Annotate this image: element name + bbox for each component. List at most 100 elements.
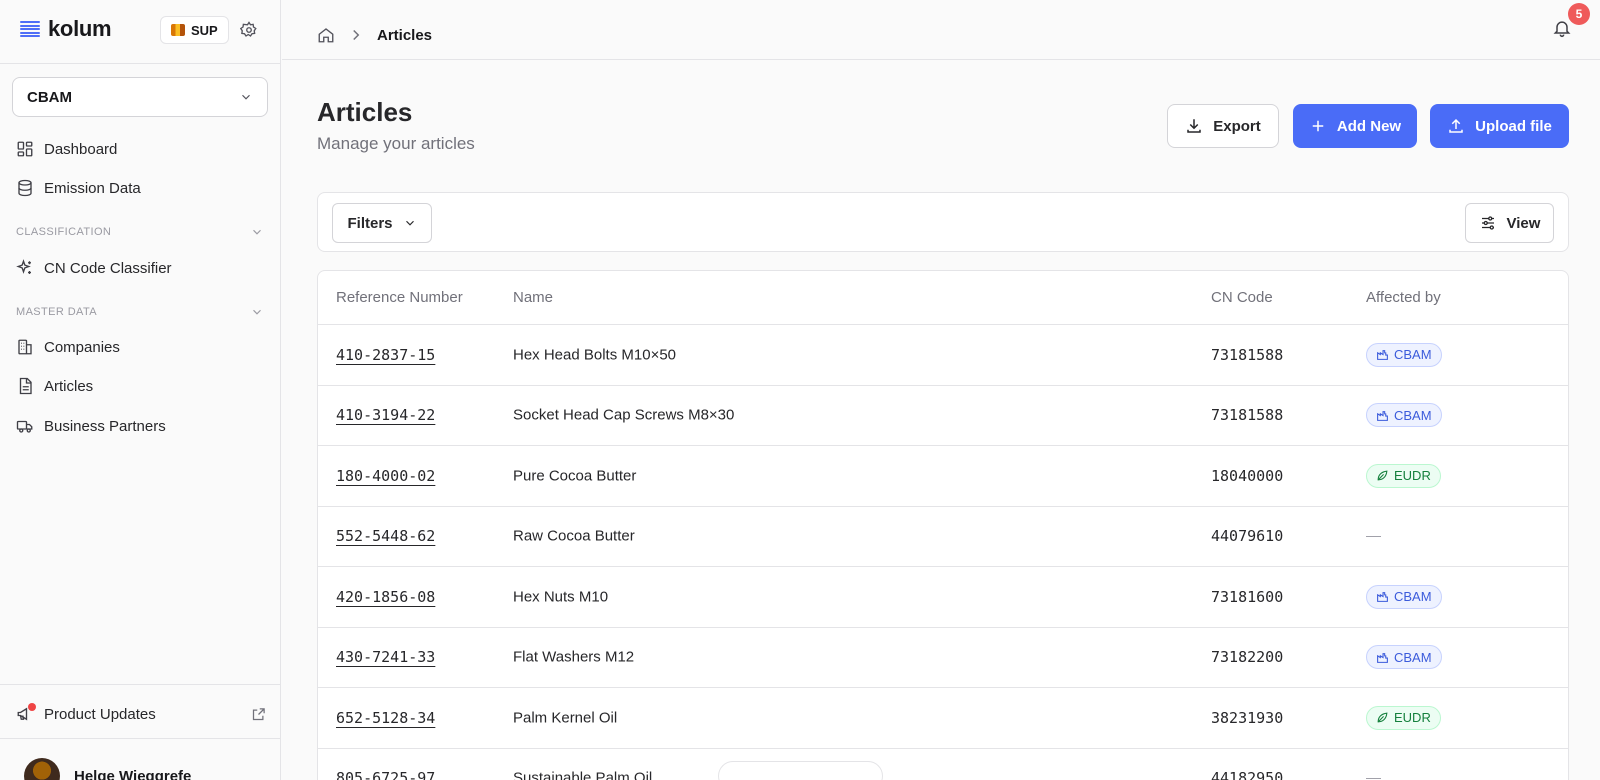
regulation-badge: CBAM	[1366, 403, 1442, 428]
section-title: MASTER DATA	[16, 306, 97, 318]
cn-code: 73181588	[1211, 345, 1284, 364]
reference-number-link[interactable]: 430-7241-33	[336, 648, 435, 666]
regulation-label: CBAM	[1394, 649, 1432, 665]
filters-label: Filters	[347, 214, 393, 232]
topbar: Articles 5	[282, 0, 1600, 60]
sidebar-item-dashboard[interactable]: Dashboard	[16, 135, 117, 163]
bell-icon[interactable]	[1552, 18, 1572, 38]
reference-number-link[interactable]: 805-6725-97	[336, 769, 435, 780]
section-title: CLASSIFICATION	[16, 226, 112, 238]
table-row[interactable]: 410-3194-22 Socket Head Cap Screws M8×30 7…	[318, 386, 1568, 446]
unread-dot	[28, 703, 36, 711]
user-name: Helge Wieggrefe	[74, 767, 192, 780]
add-new-button[interactable]: Add New	[1293, 104, 1417, 148]
sidebar-item-cn-code-classifier[interactable]: CN Code Classifier	[16, 254, 172, 282]
page-title: Articles	[317, 97, 413, 127]
factory-icon	[1377, 410, 1388, 421]
sidebar-item-label: Articles	[44, 377, 94, 395]
reference-number-link[interactable]: 420-1856-08	[336, 588, 435, 606]
leaf-icon	[1377, 470, 1388, 481]
user-menu[interactable]: Helge Wieggrefe	[24, 758, 191, 780]
truck-icon	[16, 420, 33, 433]
home-icon[interactable]	[317, 26, 335, 44]
org-label: SUP	[191, 22, 218, 38]
cn-code: 73181588	[1211, 406, 1284, 425]
export-button[interactable]: Export	[1167, 104, 1279, 148]
page-subtitle: Manage your articles	[317, 134, 475, 153]
column-header-reference-number[interactable]: Reference Number	[336, 289, 463, 306]
table-row[interactable]: 430-7241-33 Flat Washers M12 73182200 CBAM	[318, 628, 1568, 688]
reference-number-link[interactable]: 410-3194-22	[336, 406, 435, 424]
article-name: Socket Head Cap Screws M8×30	[513, 406, 735, 424]
database-icon	[18, 179, 32, 197]
table-row[interactable]: 180-4000-02 Pure Cocoa Butter 18040000 EUDR	[318, 446, 1568, 507]
avatar	[24, 758, 60, 780]
table-row[interactable]: 652-5128-34 Palm Kernel Oil 38231930 EUDR	[318, 688, 1568, 749]
affected-cell: CBAM	[1366, 645, 1442, 670]
factory-icon	[1377, 350, 1388, 361]
product-updates-link[interactable]: Product Updates	[16, 701, 266, 727]
regulation-badge: CBAM	[1366, 342, 1442, 367]
sidebar-item-business-partners[interactable]: Business Partners	[16, 412, 166, 440]
chevron-right-icon	[353, 29, 360, 41]
reference-number-link[interactable]: 410-2837-15	[336, 346, 435, 364]
affected-cell: —	[1366, 769, 1381, 780]
table-row[interactable]: 420-1856-08 Hex Nuts M10 73181600 CBAM	[318, 567, 1568, 628]
building-icon	[18, 339, 32, 355]
chevron-down-icon	[242, 94, 250, 100]
reference-number-link[interactable]: 552-5448-62	[336, 527, 435, 545]
cn-code: 18040000	[1211, 466, 1284, 485]
reference-number-link[interactable]: 180-4000-02	[336, 467, 435, 485]
articles-table: Reference Number Name CN Code Affected b…	[317, 270, 1569, 780]
affected-cell: CBAM	[1366, 342, 1442, 367]
article-name: Palm Kernel Oil	[513, 709, 618, 727]
gear-icon[interactable]	[240, 21, 258, 39]
article-name: Hex Head Bolts M10×50	[513, 346, 677, 364]
sidebar-item-articles[interactable]: Articles	[16, 372, 93, 400]
affected-cell: EUDR	[1366, 463, 1441, 488]
upload-file-label: Upload file	[1475, 117, 1552, 135]
export-label: Export	[1213, 117, 1261, 135]
sidebar-item-label: Emission Data	[44, 179, 141, 197]
reference-number-link[interactable]: 652-5128-34	[336, 709, 435, 727]
floating-toolbar[interactable]	[718, 761, 883, 780]
section-master-data[interactable]: MASTER DATA	[16, 302, 264, 322]
upload-file-button[interactable]: Upload file	[1430, 104, 1569, 148]
download-icon	[1187, 119, 1201, 133]
cn-code: 73182200	[1211, 648, 1284, 667]
factory-icon	[1377, 652, 1388, 663]
sidebar-divider	[0, 684, 281, 685]
sidebar-item-emission-data[interactable]: Emission Data	[16, 174, 141, 202]
affected-cell: —	[1366, 527, 1381, 545]
breadcrumb: Articles	[317, 26, 432, 44]
table-row[interactable]: 410-2837-15 Hex Head Bolts M10×50 73181588…	[318, 325, 1568, 386]
sidebar-divider	[0, 63, 281, 64]
view-button[interactable]: View	[1465, 203, 1554, 243]
regulation-badge: EUDR	[1366, 463, 1441, 488]
regulation-badge: CBAM	[1366, 645, 1442, 670]
product-updates-label: Product Updates	[44, 705, 156, 723]
org-switcher[interactable]: SUP	[160, 16, 229, 44]
factory-icon	[1377, 592, 1388, 603]
table-row[interactable]: 552-5448-62 Raw Cocoa Butter 44079610 —	[318, 507, 1568, 567]
section-classification[interactable]: CLASSIFICATION	[16, 222, 264, 242]
add-new-label: Add New	[1336, 117, 1402, 135]
chevron-down-icon	[405, 220, 414, 226]
cn-code: 44079610	[1211, 527, 1284, 546]
regulation-label: CBAM	[1394, 347, 1432, 363]
brand-name: kolum	[48, 16, 112, 41]
brand[interactable]: kolum	[20, 16, 112, 42]
leaf-icon	[1377, 712, 1388, 723]
table-row[interactable]: 805-6725-97 Sustainable Palm Oil 44182950 —	[318, 749, 1568, 780]
filter-bar: Filters View	[317, 192, 1569, 252]
sidebar-item-companies[interactable]: Companies	[16, 333, 120, 361]
workspace-select[interactable]: CBAM	[12, 77, 268, 117]
column-header-affected-by[interactable]: Affected by	[1366, 289, 1441, 306]
column-header-cn-code[interactable]: CN Code	[1211, 289, 1273, 306]
filters-button[interactable]: Filters	[332, 203, 432, 243]
regulation-badge: CBAM	[1366, 584, 1442, 609]
column-header-name[interactable]: Name	[513, 289, 553, 306]
article-name: Raw Cocoa Butter	[513, 527, 635, 545]
regulation-label: CBAM	[1394, 407, 1432, 423]
plus-icon	[1312, 120, 1324, 132]
